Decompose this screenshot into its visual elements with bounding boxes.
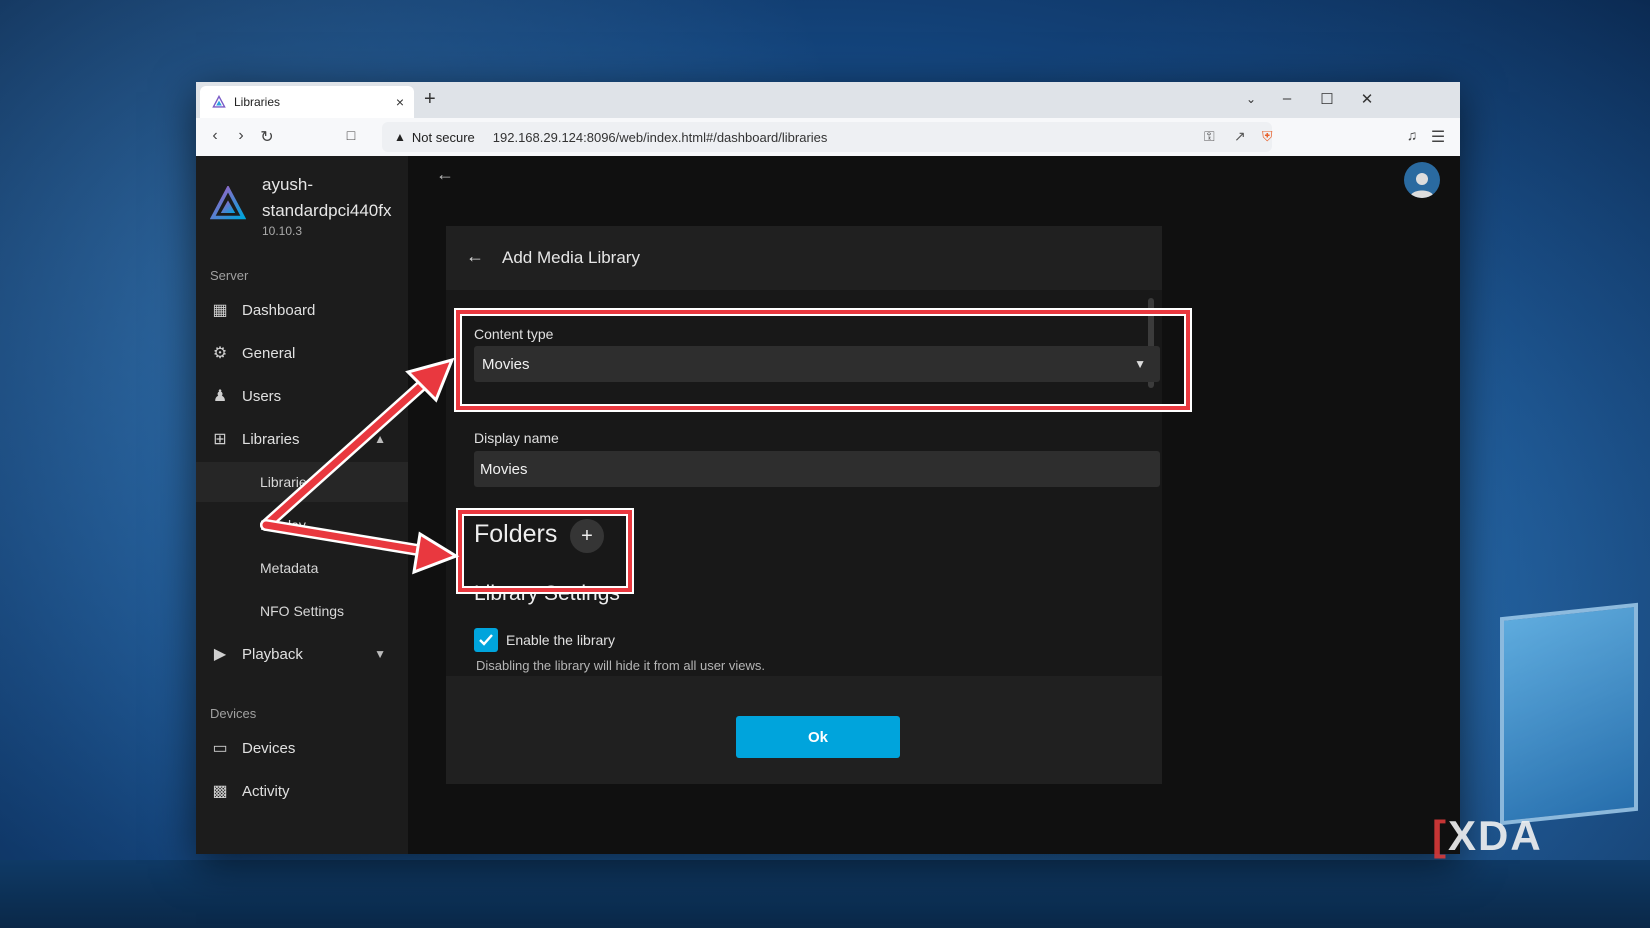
bookmark-icon[interactable]: □ — [342, 127, 360, 143]
enable-library-checkbox[interactable] — [474, 628, 498, 652]
library-settings-title: Library Settings — [474, 582, 620, 605]
sidebar-item-label: Activity — [242, 782, 290, 800]
sidebar: ayush-standardpci440fx 10.10.3 Server ▦ … — [196, 156, 408, 854]
sidebar-subitem-metadata[interactable]: Metadata — [196, 548, 408, 588]
display-name-label: Display name — [474, 430, 559, 446]
sidebar-item-label: Dashboard — [242, 301, 316, 319]
window-close-icon[interactable]: ✕ — [1357, 90, 1377, 108]
library-add-icon: ⊞ — [213, 431, 227, 448]
key-icon[interactable]: ⚿ — [1204, 128, 1215, 145]
gear-icon: ⚙ — [212, 345, 228, 362]
tab-close-icon[interactable]: × — [390, 94, 410, 110]
sidebar-subitem-display[interactable]: Display — [196, 505, 408, 545]
back-icon[interactable]: ‹ — [206, 127, 224, 145]
enable-library-label: Enable the library — [506, 632, 615, 648]
ok-button[interactable]: Ok — [736, 716, 900, 758]
page-content: ayush-standardpci440fx 10.10.3 Server ▦ … — [196, 156, 1460, 854]
background-monitor — [1500, 602, 1638, 826]
display-name-value: Movies — [480, 460, 528, 478]
jellyfin-logo-icon — [210, 186, 246, 220]
add-folder-button[interactable]: + — [570, 519, 604, 553]
url-bar[interactable]: ▲ Not secure 192.168.29.124:8096/web/ind… — [382, 122, 1273, 152]
tab-bar: Libraries × + ⌄ – ☐ ✕ — [196, 82, 1460, 118]
dialog-title: Add Media Library — [502, 248, 640, 267]
xda-watermark: [XDA — [1432, 812, 1543, 860]
tab-list-chevron-icon[interactable]: ⌄ — [1241, 92, 1261, 106]
chevron-up-icon: ▲ — [374, 432, 386, 446]
section-server: Server — [210, 268, 249, 283]
jellyfin-favicon-icon — [212, 95, 226, 108]
display-name-input[interactable]: Movies — [474, 451, 1160, 487]
devices-icon: ▭ — [212, 740, 228, 757]
sidebar-item-label: Users — [242, 387, 282, 405]
warning-icon: ▲ — [394, 130, 406, 144]
page-back-icon[interactable]: ← — [436, 164, 454, 185]
folders-title: Folders — [474, 520, 558, 548]
section-devices: Devices — [210, 706, 257, 721]
content-type-label: Content type — [474, 326, 554, 342]
brave-shield-icon[interactable]: ⛨ — [1262, 128, 1273, 145]
activity-icon: ▩ — [212, 783, 228, 800]
sidebar-item-general[interactable]: ⚙ General — [196, 333, 408, 373]
sidebar-item-dashboard[interactable]: ▦ Dashboard — [196, 290, 408, 330]
sidebar-subitem-nfo-settings[interactable]: NFO Settings — [196, 591, 408, 631]
media-icon[interactable]: ♫ — [1403, 127, 1421, 143]
background-desk — [0, 860, 1650, 928]
browser-window: Libraries × + ⌄ – ☐ ✕ ‹ › ↻ □ ▲ Not secu… — [196, 82, 1460, 854]
sidebar-item-label: Devices — [242, 739, 296, 757]
user-icon — [1410, 173, 1434, 198]
new-tab-button[interactable]: + — [424, 88, 436, 111]
add-media-library-dialog: ← Add Media Library Content type Movies … — [446, 226, 1162, 784]
dialog-body: Content type Movies ▼ Display name Movie… — [446, 290, 1162, 676]
xda-brand: XDA — [1448, 812, 1543, 859]
forward-icon[interactable]: › — [232, 127, 250, 145]
share-icon[interactable]: ↗ — [1234, 128, 1246, 145]
sidebar-item-label: Libraries — [242, 430, 300, 448]
sidebar-item-playback[interactable]: ▶ Playback ▼ — [196, 634, 408, 674]
menu-icon[interactable]: ☰ — [1429, 127, 1447, 147]
tab-libraries[interactable]: Libraries × — [200, 86, 414, 118]
play-circle-icon: ▶ — [213, 646, 227, 663]
user-avatar[interactable] — [1404, 162, 1440, 198]
sidebar-item-label: General — [242, 344, 296, 362]
content-type-value: Movies — [482, 355, 530, 373]
xda-bracket-icon: [ — [1432, 812, 1448, 859]
dialog-header: ← Add Media Library — [446, 226, 1162, 291]
enable-library-help: Disabling the library will hide it from … — [476, 658, 765, 673]
sidebar-item-users[interactable]: ♟ Users — [196, 376, 408, 416]
maximize-icon[interactable]: ☐ — [1317, 90, 1337, 108]
checkmark-icon — [479, 634, 493, 646]
address-bar: ‹ › ↻ □ ▲ Not secure 192.168.29.124:8096… — [196, 118, 1460, 157]
chevron-down-icon: ▼ — [1134, 357, 1146, 371]
tab-title: Libraries — [234, 95, 281, 109]
security-label: Not secure — [411, 129, 475, 145]
server-version: 10.10.3 — [262, 224, 303, 238]
dashboard-icon: ▦ — [212, 302, 228, 319]
sidebar-subitem-libraries[interactable]: Libraries — [196, 462, 408, 502]
dialog-back-icon[interactable]: ← — [466, 246, 484, 267]
sidebar-item-activity[interactable]: ▩ Activity — [196, 771, 408, 811]
content-type-select[interactable]: Movies ▼ — [474, 346, 1160, 382]
sidebar-item-devices[interactable]: ▭ Devices — [196, 728, 408, 768]
sidebar-item-label: Playback — [242, 645, 303, 663]
chevron-down-icon: ▼ — [374, 647, 386, 661]
minimize-icon[interactable]: – — [1277, 90, 1297, 107]
url-text[interactable]: 192.168.29.124:8096/web/index.html#/dash… — [493, 130, 828, 145]
server-name: ayush-standardpci440fx — [262, 175, 392, 220]
users-icon: ♟ — [212, 388, 228, 405]
reload-icon[interactable]: ↻ — [258, 127, 276, 147]
sidebar-item-libraries[interactable]: ⊞ Libraries ▲ — [196, 419, 408, 459]
